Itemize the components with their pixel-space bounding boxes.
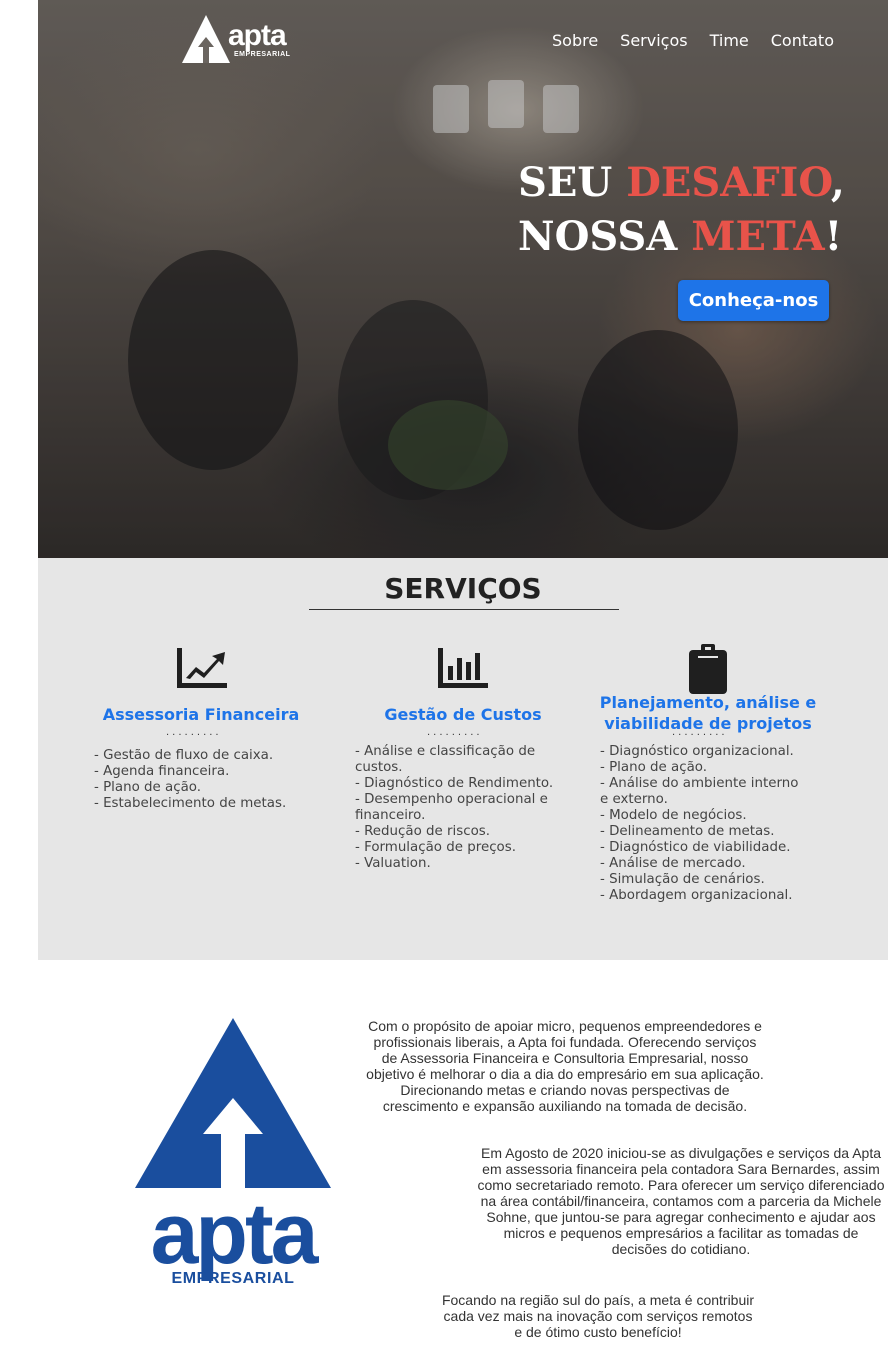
service-title: Assessoria Financeira [102,705,300,724]
service-list: - Análise e classificação de custos. - D… [355,744,554,871]
about-paragraph-3: Focando na região sul do país, a meta é … [441,1292,755,1340]
service-dots: ......... [427,727,483,738]
nav-link-contato[interactable]: Contato [771,31,834,50]
nav-link-time[interactable]: Time [710,31,749,50]
brand-logo[interactable]: apta EMPRESARIAL [180,13,312,65]
logo-text: apta [228,19,287,52]
hero-headline: SEU DESAFIO, NOSSA META! [518,159,845,260]
nav-link-sobre[interactable]: Sobre [552,31,598,50]
nav-link-servicos[interactable]: Serviços [620,31,687,50]
bar-chart-icon [438,648,488,688]
about-logo-text: apta [150,1186,319,1282]
hero-banner: apta EMPRESARIAL Sobre Serviços Time Con… [38,0,888,558]
clipboard-icon [689,644,727,694]
services-divider [309,609,619,610]
service-dots: ......... [166,727,222,738]
cta-conheca-nos-button[interactable]: Conheça-nos [678,280,829,321]
about-paragraph-1: Com o propósito de apoiar micro, pequeno… [366,1018,764,1114]
service-dots: ......... [672,727,728,738]
about-paragraph-2: Em Agosto de 2020 iniciou-se as divulgaç… [477,1145,885,1257]
services-title: SERVIÇOS [384,572,542,605]
logo-triangle-icon [182,15,230,63]
about-logo: apta EMPRESARIAL [133,1016,333,1294]
main-nav: Sobre Serviços Time Contato [552,31,834,50]
service-list: - Diagnóstico organizacional. - Plano de… [600,744,799,903]
services-section: SERVIÇOS Assessoria Financeira .........… [38,558,888,960]
logo-subtext: EMPRESARIAL [234,51,291,58]
about-logo-subtext: EMPRESARIAL [171,1270,295,1287]
service-list: - Gestão de fluxo de caixa. - Agenda fin… [94,748,287,811]
line-chart-icon [177,648,227,688]
service-title: Gestão de Custos [384,705,542,724]
logo-triangle-icon [135,1018,331,1188]
